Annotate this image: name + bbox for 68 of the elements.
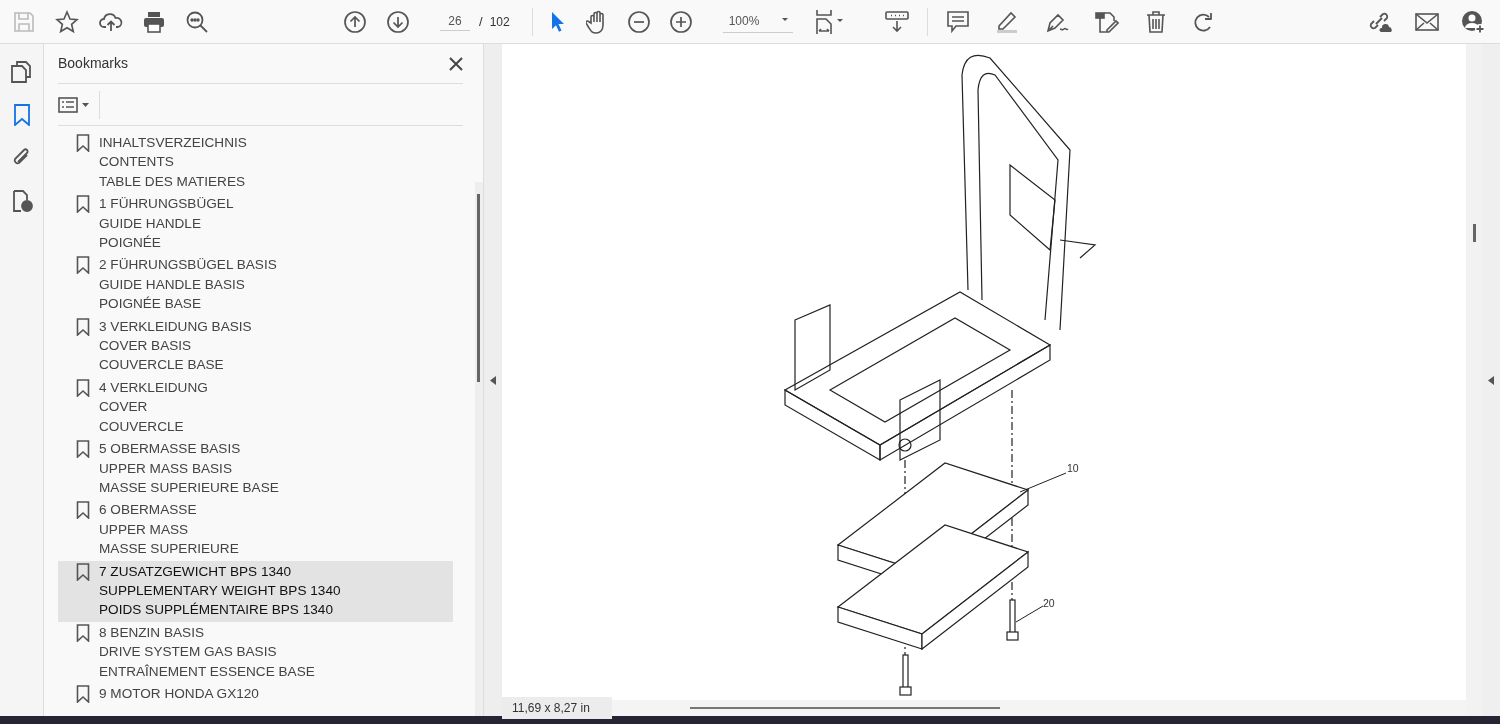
- page-separator: /: [479, 12, 483, 31]
- callout-number: 20: [1043, 597, 1055, 609]
- print-icon[interactable]: [143, 10, 165, 33]
- rotate-icon[interactable]: [1192, 10, 1215, 33]
- bookmark-item[interactable]: 6 OBERMASSE UPPER MASS MASSE SUPERIEURE: [58, 499, 453, 561]
- bookmark-title: 8 BENZIN BASIS DRIVE SYSTEM GAS BASIS ENTRAÎNEMENT ESSENCE BASE: [99, 623, 315, 681]
- zoom-search-icon[interactable]: [185, 9, 209, 34]
- page-size-label: 11,69 x 8,27 in: [502, 697, 612, 719]
- bookmark-title: 2 FÜHRUNGSBÜGEL BASIS GUIDE HANDLE BASIS POIGNÉE BASE: [99, 256, 277, 314]
- bookmark-item[interactable]: 8 BENZIN BASIS DRIVE SYSTEM GAS BASIS ENTRAÎNEMENT ESSENCE BASE: [58, 621, 453, 683]
- leader-line: [1019, 472, 1067, 493]
- bookmark-item[interactable]: 9 MOTOR HONDA GX120: [58, 682, 453, 706]
- add-user-icon[interactable]: [1461, 9, 1485, 34]
- panel-title: Bookmarks: [58, 54, 129, 73]
- zoom-out-icon[interactable]: [627, 10, 650, 33]
- bookmark-icon: [76, 195, 90, 214]
- bookmark-item[interactable]: 2 FÜHRUNGSBÜGEL BASIS GUIDE HANDLE BASIS POIGNÉE BASE: [58, 254, 453, 316]
- bookmark-title: 9 MOTOR HONDA GX120: [99, 684, 259, 703]
- page-fit-icon[interactable]: [814, 8, 845, 35]
- bookmark-title: 5 OBERMASSE BASIS UPPER MASS BASIS MASSE SUPERIEURE BASE: [99, 440, 279, 497]
- edit-document-icon[interactable]: [1094, 9, 1119, 34]
- bookmark-icon: [76, 684, 90, 703]
- callout-number: 10: [1067, 462, 1079, 474]
- bookmark-item[interactable]: INHALTSVERZEICHNIS CONTENTS TABLE DES MATIERES: [58, 132, 453, 194]
- options-menu-icon[interactable]: [58, 96, 89, 113]
- bookmark-title: INHALTSVERZEICHNIS CONTENTS TABLE DES MATIERES: [99, 134, 247, 191]
- select-tool-icon[interactable]: [549, 10, 566, 33]
- bookmark-title: 7 ZUSATZGEWICHT BPS 1340 SUPPLEMENTARY WEIGHT BPS 1340 POIDS SUPPLÉMENTAIRE BPS 1340: [99, 562, 341, 620]
- horizontal-scrollbar[interactable]: [690, 707, 1000, 709]
- cloud-upload-icon[interactable]: [99, 10, 123, 33]
- bookmark-icon: [76, 562, 90, 581]
- bookmark-icon: [76, 501, 90, 520]
- bookmark-title: 4 VERKLEIDUNG COVER COUVERCLE: [99, 378, 208, 436]
- bookmark-icon: [76, 134, 90, 152]
- zoom-in-icon[interactable]: [669, 10, 692, 33]
- zoom-dropdown[interactable]: 100%: [722, 10, 793, 33]
- comment-icon[interactable]: [946, 10, 969, 33]
- bookmark-item[interactable]: 3 VERKLEIDUNG BASIS COVER BASIS COUVERCLE BASE: [58, 315, 453, 377]
- bookmark-item[interactable]: 7 ZUSATZGEWICHT BPS 1340 SUPPLEMENTARY WEIGHT BPS 1340 POIDS SUPPLÉMENTAIRE BPS 1340: [58, 560, 453, 622]
- highlighter-icon[interactable]: [994, 10, 1019, 33]
- bookmark-title: 3 VERKLEIDUNG BASIS COVER BASIS COUVERCLE BASE: [99, 317, 252, 375]
- bookmark-icon: [76, 317, 90, 336]
- document-info-icon[interactable]: [11, 189, 33, 212]
- star-icon[interactable]: [55, 9, 79, 34]
- previous-page-icon[interactable]: [344, 10, 366, 33]
- bookmark-icon: [76, 440, 90, 459]
- scrollbar[interactable]: [475, 182, 483, 716]
- bookmark-icon[interactable]: [11, 103, 33, 126]
- bookmark-item[interactable]: 1 FÜHRUNGSBÜGEL GUIDE HANDLE POIGNÉE: [58, 193, 453, 255]
- close-icon[interactable]: [449, 56, 463, 71]
- bookmark-icon: [76, 378, 90, 397]
- bookmark-icon: [76, 256, 90, 275]
- delete-icon[interactable]: [1144, 10, 1167, 33]
- bookmark-title: 1 FÜHRUNGSBÜGEL GUIDE HANDLE POIGNÉE: [99, 195, 234, 253]
- email-icon[interactable]: [1415, 12, 1439, 31]
- leader-line: [1015, 605, 1044, 623]
- expand-arrow-icon[interactable]: [1488, 375, 1494, 385]
- page-total: 102: [489, 13, 510, 31]
- bookmark-item[interactable]: 5 OBERMASSE BASIS UPPER MASS BASIS MASSE SUPERIEURE BASE: [58, 438, 453, 500]
- next-page-icon[interactable]: [387, 10, 409, 33]
- bookmark-title: 6 OBERMASSE UPPER MASS MASSE SUPERIEURE: [99, 501, 239, 559]
- page-number-field[interactable]: 26: [440, 12, 470, 31]
- pages-icon[interactable]: [11, 60, 33, 83]
- scrollbar[interactable]: [1472, 224, 1476, 242]
- scroll-mode-icon[interactable]: [884, 10, 909, 33]
- bookmark-item[interactable]: 4 VERKLEIDUNG COVER COUVERCLE: [58, 376, 453, 439]
- collapse-arrow-icon[interactable]: [490, 375, 496, 385]
- bookmark-icon: [76, 623, 90, 642]
